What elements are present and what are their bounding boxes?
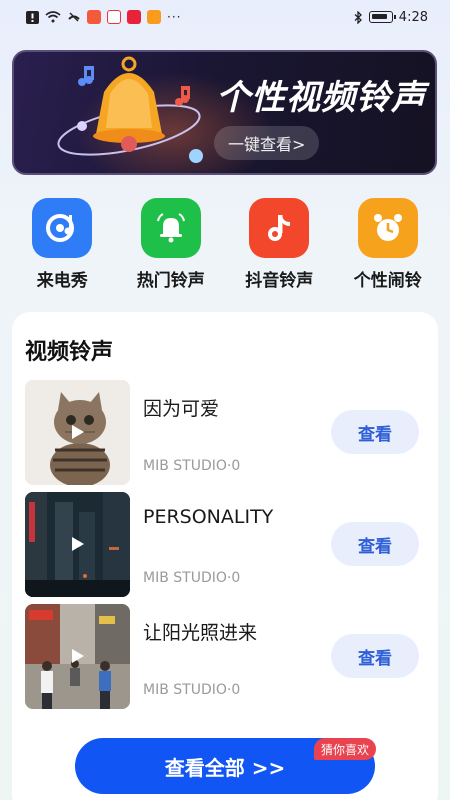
quick-entry-douyin-ringtones[interactable]: 抖音铃声 [231, 198, 327, 298]
quick-entry-label: 抖音铃声 [245, 271, 314, 291]
app-notification-icon [87, 10, 101, 24]
call-icon [67, 11, 81, 23]
quick-entry-label: 来电秀 [36, 271, 88, 291]
quick-entry-row: 来电秀 热门铃声 抖音铃声 个性闹铃 [0, 198, 450, 298]
bell-illustration-icon [57, 56, 203, 163]
quick-entry-label: 个性闹铃 [353, 271, 422, 291]
list-item[interactable]: PERSONALITY MIB STUDIO·0 查看 [25, 492, 425, 597]
ringtone-title: PERSONALITY [143, 506, 274, 528]
ringtone-subtitle: MIB STUDIO·0 [143, 682, 241, 698]
view-button[interactable]: 查看 [331, 410, 419, 454]
quick-entry-caller-show[interactable]: 来电秀 [14, 198, 110, 298]
ringtone-title: 让阳光照进来 [143, 622, 258, 644]
bluetooth-icon [354, 10, 363, 24]
banner-view-button[interactable]: 一键查看> [214, 126, 320, 160]
play-icon [72, 649, 84, 663]
kitten-thumbnail[interactable] [25, 380, 130, 485]
bell-icon [140, 198, 201, 258]
view-button[interactable]: 查看 [331, 522, 419, 566]
wifi-icon [45, 11, 61, 23]
alarm-clock-icon [357, 198, 418, 258]
status-left-icons: ··· [26, 10, 181, 24]
ringtone-title: 因为可爱 [143, 398, 220, 420]
video-ringtone-banner[interactable]: 个性视频铃声 一键查看> [12, 50, 437, 175]
battery-icon [368, 11, 396, 23]
music-note-icon [249, 198, 310, 258]
video-app-icon [147, 10, 161, 24]
play-icon [72, 425, 84, 439]
street-thumbnail[interactable] [25, 604, 130, 709]
quick-entry-hot-ringtones[interactable]: 热门铃声 [123, 198, 219, 298]
quick-entry-alarm[interactable]: 个性闹铃 [340, 198, 436, 298]
ringtone-subtitle: MIB STUDIO·0 [143, 570, 241, 586]
list-item[interactable]: 让阳光照进来 MIB STUDIO·0 查看 [25, 604, 425, 709]
alert-icon [26, 10, 39, 24]
weibo-icon [107, 10, 121, 24]
status-right-icons: 4:28 [354, 10, 428, 25]
quick-entry-label: 热门铃声 [136, 271, 205, 291]
ringtone-subtitle: MIB STUDIO·0 [143, 458, 241, 474]
banner-title: 个性视频铃声 [216, 78, 426, 118]
play-icon [72, 537, 84, 551]
status-bar: ··· 4:28 [0, 0, 450, 34]
status-time: 4:28 [398, 9, 428, 25]
caller-show-icon [32, 198, 93, 258]
city-night-thumbnail[interactable] [25, 492, 130, 597]
recommend-tag: 猜你喜欢 [314, 738, 377, 760]
section-title: 视频铃声 [25, 340, 114, 365]
app-notification-icon [127, 10, 141, 24]
view-button[interactable]: 查看 [331, 634, 419, 678]
list-item[interactable]: 因为可爱 MIB STUDIO·0 查看 [25, 380, 425, 485]
video-ringtone-card: 视频铃声 因为可爱 MIB STUDIO·0 查看 PERSONALITY MI… [12, 312, 438, 800]
more-notifications: ··· [167, 10, 182, 24]
